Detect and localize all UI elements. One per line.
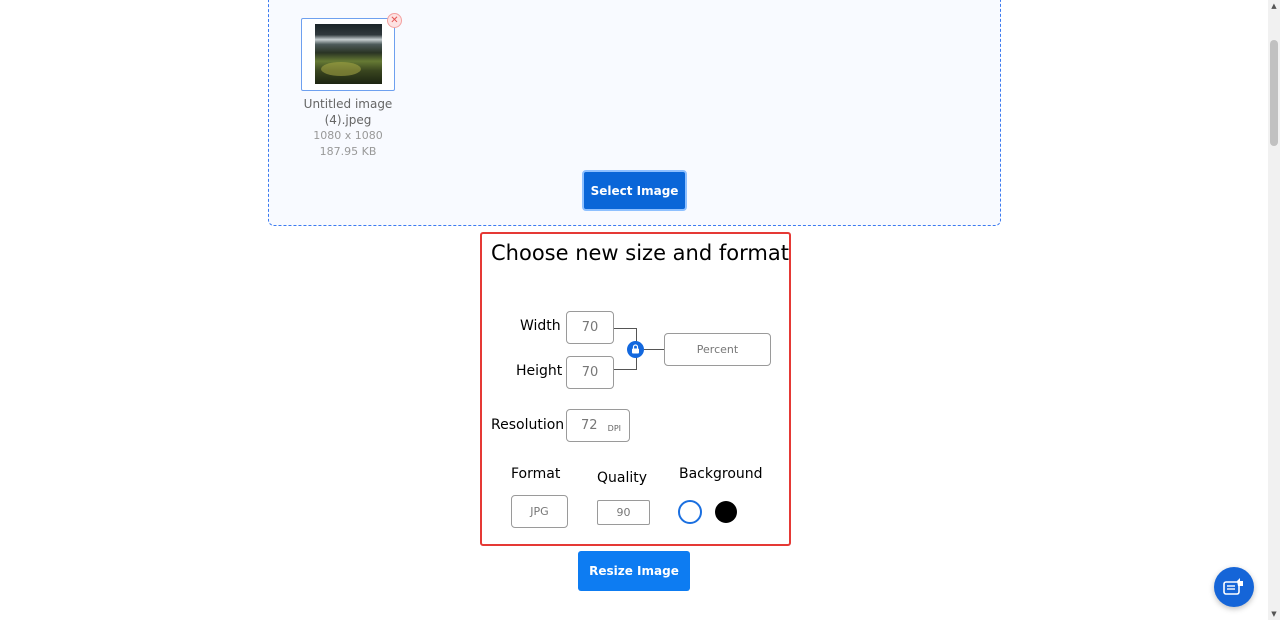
quality-value: 90 xyxy=(616,506,631,519)
resolution-value: 72 xyxy=(581,418,598,433)
options-title: Choose new size and format xyxy=(491,241,789,265)
width-input[interactable]: 70 xyxy=(566,311,614,344)
scroll-up-icon[interactable]: ▲ xyxy=(1270,2,1278,10)
lock-connector xyxy=(614,369,637,370)
page-scrollbar[interactable]: ▲ ▼ xyxy=(1268,0,1280,620)
feedback-button[interactable] xyxy=(1214,567,1254,607)
scrollbar-thumb[interactable] xyxy=(1270,40,1278,146)
background-black-option[interactable] xyxy=(715,501,737,523)
format-label: Format xyxy=(511,466,561,482)
lock-icon xyxy=(632,344,639,354)
lock-connector xyxy=(644,349,664,350)
file-name: Untitled image (4).jpeg xyxy=(303,97,393,127)
select-image-button[interactable]: Select Image xyxy=(582,170,687,211)
unit-value: Percent xyxy=(696,343,739,356)
resolution-unit: DPI xyxy=(607,424,621,433)
close-icon: ✕ xyxy=(390,15,399,26)
image-thumbnail xyxy=(315,24,382,84)
resolution-input[interactable]: 72 DPI xyxy=(566,409,630,442)
background-white-option[interactable] xyxy=(678,500,702,524)
width-value: 70 xyxy=(581,320,599,335)
remove-image-button[interactable]: ✕ xyxy=(387,13,402,28)
height-input[interactable]: 70 xyxy=(566,356,614,389)
aspect-lock-button[interactable] xyxy=(627,341,644,358)
height-value: 70 xyxy=(581,365,599,380)
quality-label: Quality xyxy=(597,470,648,486)
format-select[interactable]: JPG xyxy=(511,495,568,528)
scroll-down-icon[interactable]: ▼ xyxy=(1270,610,1278,618)
unit-select[interactable]: Percent xyxy=(664,333,771,366)
quality-input[interactable]: 90 xyxy=(597,500,650,525)
format-value: JPG xyxy=(530,505,549,518)
width-label: Width xyxy=(520,318,561,334)
file-dimensions: 1080 x 1080 xyxy=(313,129,383,142)
background-label: Background xyxy=(679,466,763,482)
image-thumbnail-card[interactable] xyxy=(301,18,395,91)
height-label: Height xyxy=(516,363,563,379)
resize-image-button[interactable]: Resize Image xyxy=(578,551,690,591)
lock-connector xyxy=(614,328,637,329)
feedback-icon xyxy=(1223,578,1243,595)
resolution-label: Resolution xyxy=(491,417,565,433)
file-size: 187.95 KB xyxy=(319,145,377,158)
